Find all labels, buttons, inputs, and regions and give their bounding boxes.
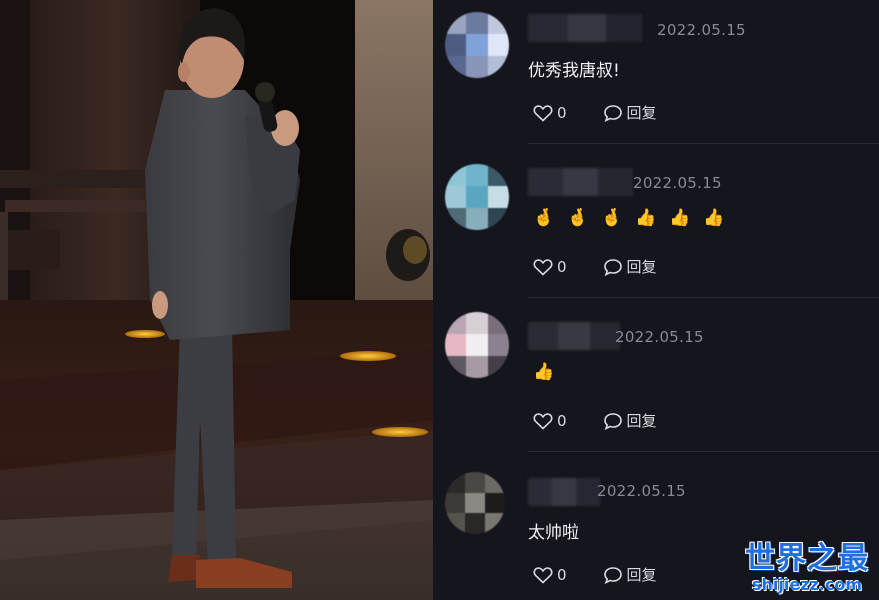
comment-item: 2022.05.15 👍 0 回复 bbox=[433, 308, 879, 462]
avatar-pixel bbox=[445, 164, 467, 186]
speech-bubble-icon bbox=[603, 412, 622, 430]
like-count: 0 bbox=[557, 411, 567, 430]
avatar-pixel bbox=[445, 356, 467, 378]
username-blurred[interactable] bbox=[528, 168, 633, 196]
comment-actions: 0 回复 bbox=[533, 256, 657, 277]
avatar-pixel bbox=[445, 334, 467, 356]
thumbs-up-emoji: 👍 bbox=[669, 208, 691, 228]
avatar-pixel bbox=[466, 56, 489, 78]
avatar-pixel bbox=[445, 472, 465, 493]
avatar[interactable] bbox=[445, 312, 509, 378]
avatar[interactable] bbox=[445, 472, 505, 534]
comment-text: 优秀我唐叔! bbox=[528, 61, 620, 81]
reply-button[interactable]: 回复 bbox=[603, 102, 657, 123]
like-button[interactable]: 0 bbox=[533, 104, 567, 122]
avatar-pixel bbox=[466, 208, 489, 230]
avatar-pixel bbox=[466, 356, 489, 378]
avatar-pixel bbox=[485, 472, 505, 493]
avatar-pixel bbox=[465, 492, 485, 514]
comment-date: 2022.05.15 bbox=[597, 482, 686, 500]
avatar-pixel bbox=[465, 513, 485, 534]
emoji-row: 🤞 🤞 🤞 👍 👍 👍 bbox=[533, 208, 737, 228]
heart-outline-icon bbox=[533, 258, 553, 276]
comment-item: 2022.05.15 🤞 🤞 🤞 👍 👍 👍 0 回复 bbox=[433, 154, 879, 308]
avatar-pixel bbox=[487, 164, 509, 186]
heart-outline-icon bbox=[533, 104, 553, 122]
thumbs-up-emoji: 👍 bbox=[635, 208, 657, 228]
like-button[interactable]: 0 bbox=[533, 258, 567, 276]
crossed-fingers-emoji: 🤞 bbox=[601, 208, 623, 228]
avatar-pixel bbox=[487, 356, 509, 378]
avatar-pixel bbox=[485, 513, 505, 534]
divider bbox=[528, 297, 879, 298]
crossed-fingers-emoji: 🤞 bbox=[567, 208, 589, 228]
avatar-pixel bbox=[466, 34, 489, 56]
watermark-title: 世界之最 bbox=[745, 541, 869, 576]
comment-item: 2022.05.15 优秀我唐叔! 0 回复 bbox=[433, 0, 879, 154]
username-blurred[interactable] bbox=[528, 322, 620, 350]
like-button[interactable]: 0 bbox=[533, 412, 567, 430]
avatar-pixel bbox=[466, 12, 489, 34]
avatar-pixel bbox=[445, 186, 467, 208]
comment-text: 太帅啦 bbox=[528, 523, 579, 543]
avatar-pixel bbox=[445, 513, 465, 534]
avatar-pixel bbox=[445, 492, 465, 514]
avatar-pixel bbox=[485, 492, 505, 514]
comment-actions: 0 回复 bbox=[533, 564, 657, 585]
like-count: 0 bbox=[557, 565, 567, 584]
reply-button[interactable]: 回复 bbox=[603, 410, 657, 431]
avatar-pixel bbox=[445, 12, 467, 34]
heart-outline-icon bbox=[533, 566, 553, 584]
avatar-pixel bbox=[445, 56, 467, 78]
avatar-pixel bbox=[445, 312, 467, 334]
thumbs-up-emoji: 👍 bbox=[703, 208, 725, 228]
divider bbox=[528, 451, 879, 452]
heart-outline-icon bbox=[533, 412, 553, 430]
divider bbox=[528, 143, 879, 144]
avatar-pixel bbox=[487, 12, 509, 34]
comment-date: 2022.05.15 bbox=[657, 21, 746, 39]
speech-bubble-icon bbox=[603, 104, 622, 122]
reply-label: 回复 bbox=[626, 566, 657, 584]
like-count: 0 bbox=[557, 257, 567, 276]
avatar-pixel bbox=[487, 312, 509, 334]
emoji-row: 👍 bbox=[533, 362, 567, 382]
avatar-pixel bbox=[487, 334, 509, 356]
avatar-pixel bbox=[445, 208, 467, 230]
reply-label: 回复 bbox=[626, 412, 657, 430]
username-blurred[interactable] bbox=[528, 14, 642, 42]
comment-actions: 0 回复 bbox=[533, 410, 657, 431]
reply-button[interactable]: 回复 bbox=[603, 256, 657, 277]
avatar-pixel bbox=[487, 186, 509, 208]
comment-actions: 0 回复 bbox=[533, 102, 657, 123]
comment-date: 2022.05.15 bbox=[615, 328, 704, 346]
avatar-pixel bbox=[466, 164, 489, 186]
avatar-pixel bbox=[466, 312, 489, 334]
stage-photo bbox=[0, 0, 433, 600]
reply-button[interactable]: 回复 bbox=[603, 564, 657, 585]
avatar-pixel bbox=[487, 208, 509, 230]
avatar-pixel bbox=[466, 334, 489, 356]
avatar-pixel bbox=[487, 34, 509, 56]
comment-panel: 2022.05.15 优秀我唐叔! 0 回复 2022.05.15 🤞 🤞 🤞 … bbox=[433, 0, 879, 600]
speech-bubble-icon bbox=[603, 566, 622, 584]
comment-date: 2022.05.15 bbox=[633, 174, 722, 192]
avatar[interactable] bbox=[445, 164, 509, 230]
reply-label: 回复 bbox=[626, 104, 657, 122]
stage-photo-illustration bbox=[0, 0, 433, 600]
crossed-fingers-emoji: 🤞 bbox=[533, 208, 555, 228]
avatar-pixel bbox=[465, 472, 485, 493]
avatar-pixel bbox=[487, 56, 509, 78]
username-blurred[interactable] bbox=[528, 478, 600, 506]
avatar-pixel bbox=[445, 34, 467, 56]
speech-bubble-icon bbox=[603, 258, 622, 276]
like-count: 0 bbox=[557, 103, 567, 122]
watermark-logo: 世界之最 shijiezz.com bbox=[745, 542, 869, 594]
avatar[interactable] bbox=[445, 12, 509, 78]
avatar-pixel bbox=[466, 186, 489, 208]
reply-label: 回复 bbox=[626, 258, 657, 276]
like-button[interactable]: 0 bbox=[533, 566, 567, 584]
thumbs-up-emoji: 👍 bbox=[533, 362, 555, 382]
watermark-url: shijiezz.com bbox=[751, 575, 863, 594]
